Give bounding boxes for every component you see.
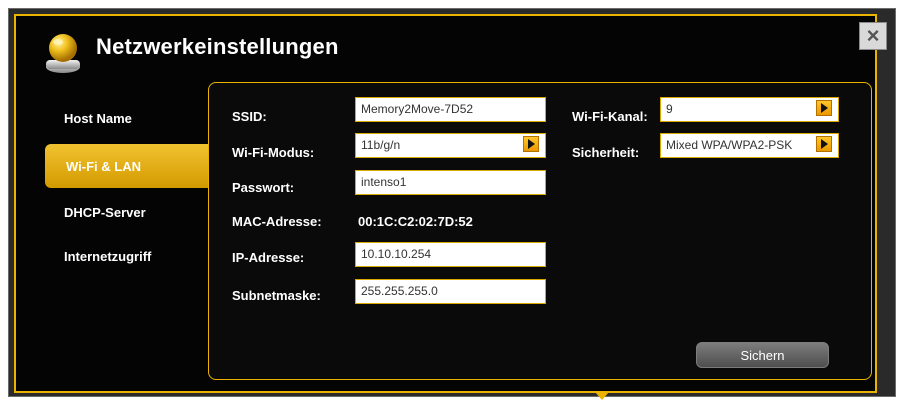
password-value: intenso1 — [361, 175, 407, 189]
ip-value: 10.10.10.254 — [361, 247, 432, 261]
close-button[interactable]: × — [859, 22, 887, 50]
wifi-channel-select[interactable]: 9 — [660, 97, 839, 122]
sidebar-item-host-name[interactable]: Host Name — [64, 111, 132, 126]
wifi-mode-label: Wi-Fi-Modus: — [232, 145, 315, 160]
ssid-label: SSID: — [232, 109, 267, 124]
wifi-mode-value: 11b/g/n — [361, 138, 401, 152]
close-icon: × — [866, 23, 880, 48]
sidebar-item-dhcp-server[interactable]: DHCP-Server — [64, 205, 146, 220]
ssid-input[interactable]: Memory2Move-7D52 — [355, 97, 546, 122]
password-input[interactable]: intenso1 — [355, 170, 546, 195]
network-settings-icon — [46, 34, 80, 73]
ip-input[interactable]: 10.10.10.254 — [355, 242, 546, 267]
password-label: Passwort: — [232, 180, 295, 195]
ssid-value: Memory2Move-7D52 — [361, 102, 474, 116]
subnet-input[interactable]: 255.255.255.0 — [355, 279, 546, 304]
security-select[interactable]: Mixed WPA/WPA2-PSK — [660, 133, 839, 158]
security-value: Mixed WPA/WPA2-PSK — [666, 138, 793, 152]
subnet-value: 255.255.255.0 — [361, 284, 438, 298]
chevron-right-icon — [523, 136, 539, 152]
ip-label: IP-Adresse: — [232, 250, 305, 265]
chevron-right-icon — [816, 136, 832, 152]
wifi-channel-value: 9 — [666, 102, 673, 116]
mac-value: 00:1C:C2:02:7D:52 — [358, 214, 473, 229]
dialog-pointer — [595, 392, 609, 400]
chevron-right-icon — [816, 100, 832, 116]
security-label: Sicherheit: — [572, 145, 640, 160]
sidebar-item-internetzugriff[interactable]: Internetzugriff — [64, 249, 151, 264]
page-title: Netzwerkeinstellungen — [96, 34, 339, 59]
save-button[interactable]: Sichern — [696, 342, 829, 368]
sidebar-item-wifi-lan[interactable]: Wi-Fi & LAN — [45, 144, 209, 188]
mac-label: MAC-Adresse: — [232, 214, 322, 229]
wifi-channel-label: Wi-Fi-Kanal: — [572, 109, 648, 124]
subnet-label: Subnetmaske: — [232, 288, 321, 303]
wifi-lan-panel — [208, 82, 872, 380]
wifi-mode-select[interactable]: 11b/g/n — [355, 133, 546, 158]
